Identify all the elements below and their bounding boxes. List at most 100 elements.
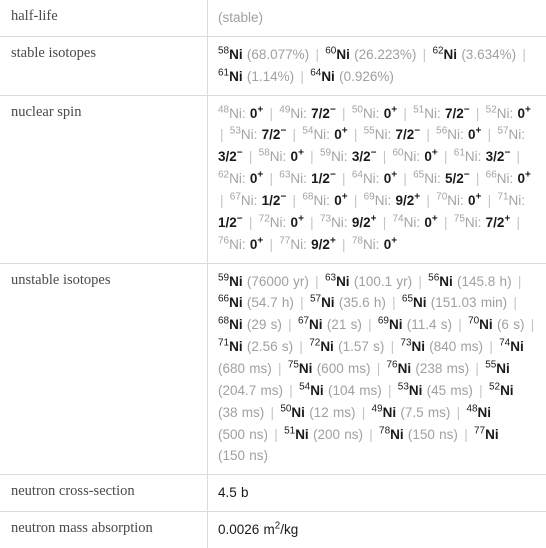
spin-parity: + [298,148,304,159]
mass-number: 63 [279,170,290,181]
spin-parity: + [476,192,482,203]
spin-number: 0 [424,215,432,230]
mass-number: 77 [474,425,485,436]
item-separator: | [308,149,316,164]
mass-number: 62 [218,170,229,181]
element-symbol: Ni [510,339,524,354]
value-number: 0.0026 m [218,522,275,537]
isotope-amount: (1.14%) [247,69,294,84]
isotope-symbol: 56Ni [428,274,453,289]
mass-number: 60 [393,148,404,159]
isotope-symbol: 70Ni [468,317,493,332]
isotope-symbol: 48Ni [466,405,491,420]
isotope-symbol: 71Ni [218,339,243,354]
element-symbol: Ni [412,339,426,354]
element-symbol: Ni: [465,149,482,164]
item-separator: | [389,339,397,354]
property-value-unstable-isotopes: 59Ni (76000 yr) | 63Ni (100.1 yr) | 56Ni… [208,263,546,475]
element-symbol: Ni: [331,149,348,164]
isotope-amount: (104 ms) [328,383,382,398]
item-separator: | [474,106,482,121]
value-text: (stable) [218,10,263,25]
mass-number: 51 [413,104,424,115]
spin-number: 9/2 [395,193,414,208]
element-symbol: Ni [485,427,499,442]
item-separator: | [340,106,348,121]
item-separator: | [416,274,424,289]
isotope-symbol: 67Ni [298,317,323,332]
isotope-symbol: 78Ni: [352,237,380,252]
item-separator: | [381,215,389,230]
isotope-amount: (2.56 s) [247,339,293,354]
isotope-amount: (145.8 h) [457,274,512,289]
element-symbol: Ni: [241,127,258,142]
element-symbol: Ni [229,317,243,332]
nuclear-spin-value: 0+ [468,127,481,142]
isotope-symbol: 54Ni: [302,127,330,142]
item-separator: | [340,171,348,186]
element-symbol: Ni [398,361,412,376]
item-separator: | [268,237,276,252]
item-separator: | [442,149,450,164]
element-symbol: Ni: [229,237,246,252]
nuclear-spin-value: 0+ [250,237,263,252]
element-symbol: Ni [299,361,313,376]
element-symbol: Ni [439,274,453,289]
item-separator: | [529,317,537,332]
nuclear-spin-value: 0+ [250,106,263,121]
isotope-amount: (1.57 s) [338,339,384,354]
table-row: unstable isotopes59Ni (76000 yr) | 63Ni … [0,263,546,475]
spin-parity: − [237,148,243,159]
mass-number: 59 [320,148,331,159]
spin-number: 3/2 [486,149,505,164]
mass-number: 68 [218,316,229,327]
isotope-symbol: 70Ni: [436,193,464,208]
spin-parity: − [464,170,470,181]
table-row: stable isotopes58Ni (68.077%) | 60Ni (26… [0,36,546,95]
mass-number: 65 [402,294,413,305]
element-symbol: Ni: [424,106,441,121]
item-separator: | [515,149,523,164]
item-separator: | [455,405,463,420]
isotope-amount: (38 ms) [218,405,264,420]
isotope-amount: (500 ns) [218,427,268,442]
mass-number: 50 [352,104,363,115]
item-separator: | [473,361,481,376]
element-symbol: Ni [478,405,492,420]
isotope-symbol: 57Ni [310,295,335,310]
property-label-stable-isotopes: stable isotopes [0,36,208,95]
element-symbol: Ni: [509,193,526,208]
element-symbol: Ni: [404,215,421,230]
spin-parity: + [330,235,336,246]
mass-number: 71 [497,192,508,203]
property-value-neutron-mass-absorption: 0.0026 m2/kg [208,512,546,548]
mass-number: 66 [218,294,229,305]
nuclear-spin-value: 9/2+ [311,237,336,252]
isotope-amount: (21 s) [327,317,362,332]
element-symbol: Ni [229,339,243,354]
element-symbol: Ni [413,295,427,310]
mass-number: 77 [279,235,290,246]
element-symbol: Ni: [290,106,307,121]
isotope-symbol: 74Ni: [393,215,421,230]
table-row: neutron cross-section4.5 b [0,475,546,512]
isotope-symbol: 59Ni [218,274,243,289]
isotope-symbol: 65Ni: [413,171,441,186]
isotope-amount: (11.4 s) [407,317,452,332]
element-symbol: Ni [444,47,458,62]
isotope-symbol: 64Ni [310,69,335,84]
mass-number: 61 [454,148,465,159]
isotope-symbol: 53Ni [398,383,423,398]
item-separator: | [269,405,277,420]
isotope-symbol: 61Ni: [454,149,482,164]
item-separator: | [390,295,398,310]
element-symbol: Ni [496,361,510,376]
mass-number: 71 [218,338,229,349]
spin-parity: + [391,104,397,115]
isotope-symbol: 53Ni: [230,127,258,142]
spin-number: 1/2 [311,171,330,186]
isotope-amount: (35.6 h) [339,295,386,310]
mass-number: 70 [468,316,479,327]
spin-parity: + [371,213,377,224]
nuclear-spin-value: 3/2− [218,149,243,164]
